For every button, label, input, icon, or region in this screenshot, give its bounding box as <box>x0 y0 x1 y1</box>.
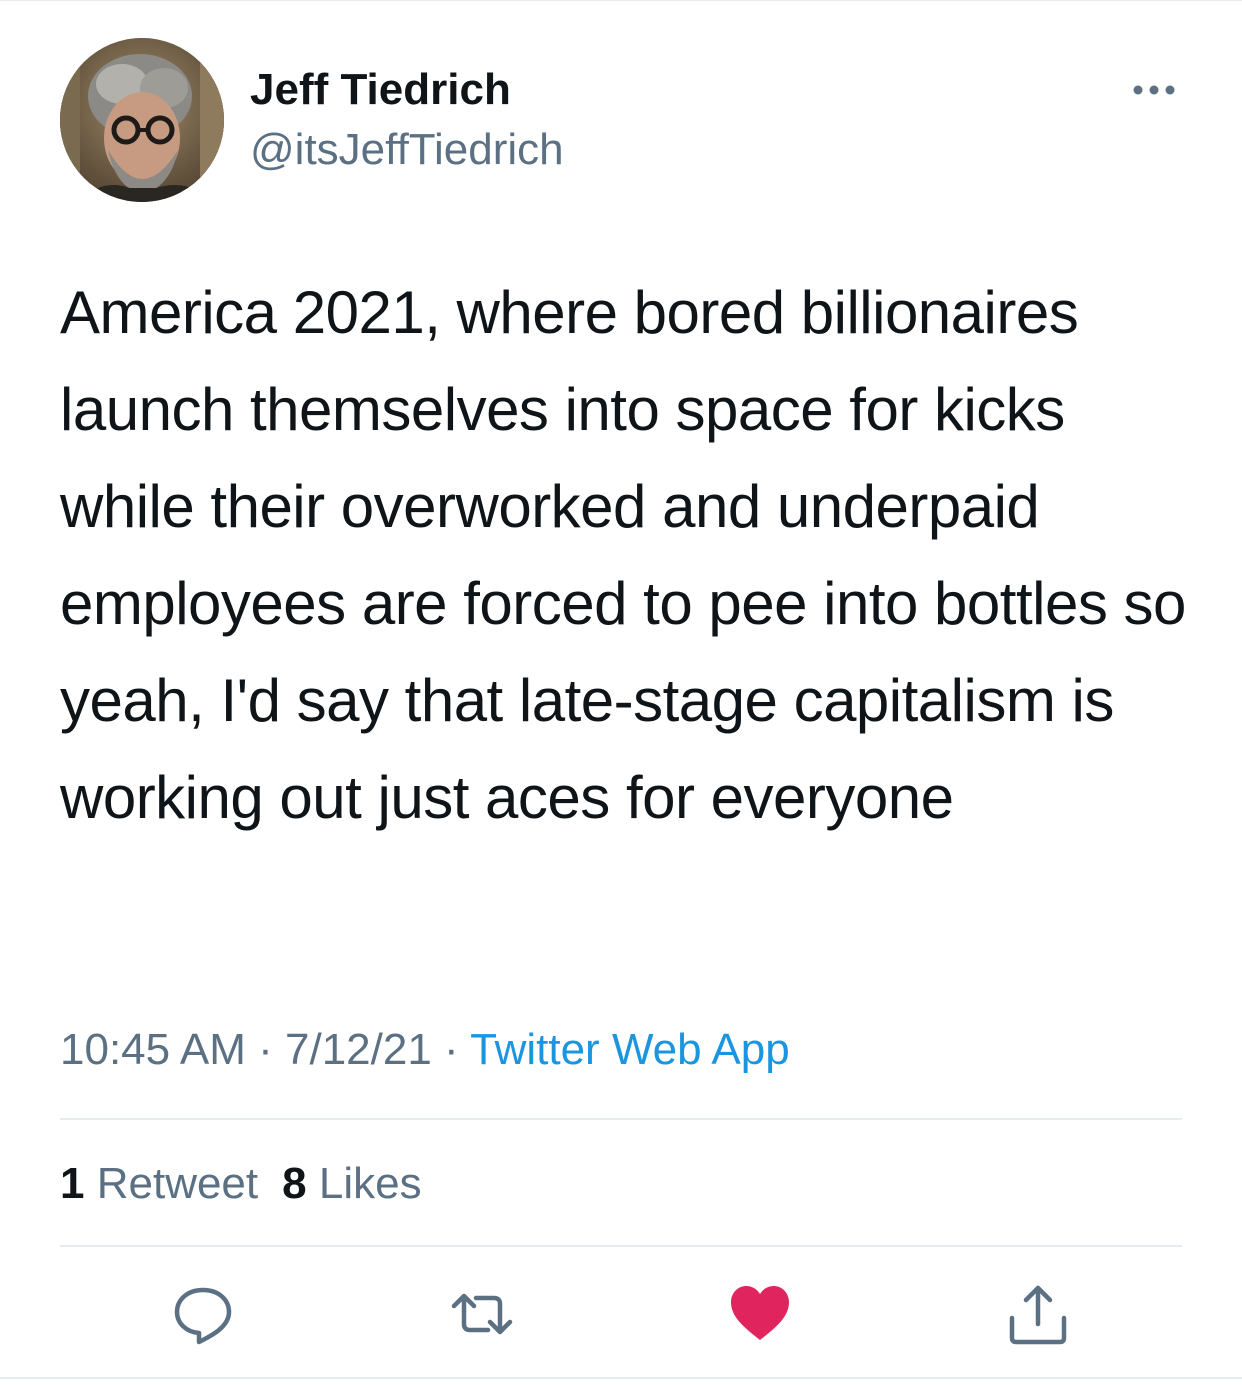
likes-stat[interactable]: 8 Likes <box>282 1156 421 1212</box>
like-button[interactable] <box>728 1282 792 1346</box>
share-upload-icon <box>1009 1285 1067 1345</box>
retweet-arrows-icon <box>451 1293 513 1335</box>
tweet-meta: 10:45 AM · 7/12/21 · Twitter Web App <box>60 1022 790 1078</box>
more-dots-icon <box>1133 85 1175 95</box>
tweet-source-link[interactable]: Twitter Web App <box>470 1025 790 1074</box>
tweet-stats: 1 Retweet 8 Likes <box>60 1156 446 1212</box>
retweets-label: Retweet <box>96 1159 259 1208</box>
retweets-count: 1 <box>60 1159 85 1208</box>
avatar[interactable] <box>60 38 224 202</box>
retweet-button[interactable] <box>450 1282 514 1346</box>
divider <box>60 1245 1182 1247</box>
tweet-text: America 2021, where bored billionaires l… <box>60 279 1186 831</box>
meta-separator: · <box>245 1025 286 1074</box>
more-options-button[interactable] <box>1128 74 1180 106</box>
tweet-time[interactable]: 10:45 AM <box>60 1025 246 1074</box>
reply-button[interactable] <box>171 1282 235 1346</box>
reply-bubble-icon <box>174 1287 232 1345</box>
tweet-date[interactable]: 7/12/21 <box>285 1025 432 1074</box>
retweets-stat[interactable]: 1 Retweet <box>60 1156 258 1212</box>
top-border <box>0 0 1242 1</box>
user-handle[interactable]: @itsJeffTiedrich <box>250 122 564 178</box>
bottom-border <box>0 1377 1242 1379</box>
divider <box>60 1118 1182 1120</box>
share-button[interactable] <box>1006 1282 1070 1346</box>
display-name[interactable]: Jeff Tiedrich <box>250 62 511 118</box>
avatar-photo <box>60 38 224 202</box>
heart-icon <box>731 1286 789 1340</box>
meta-separator: · <box>431 1025 471 1074</box>
likes-label: Likes <box>318 1159 422 1208</box>
likes-count: 8 <box>282 1159 307 1208</box>
